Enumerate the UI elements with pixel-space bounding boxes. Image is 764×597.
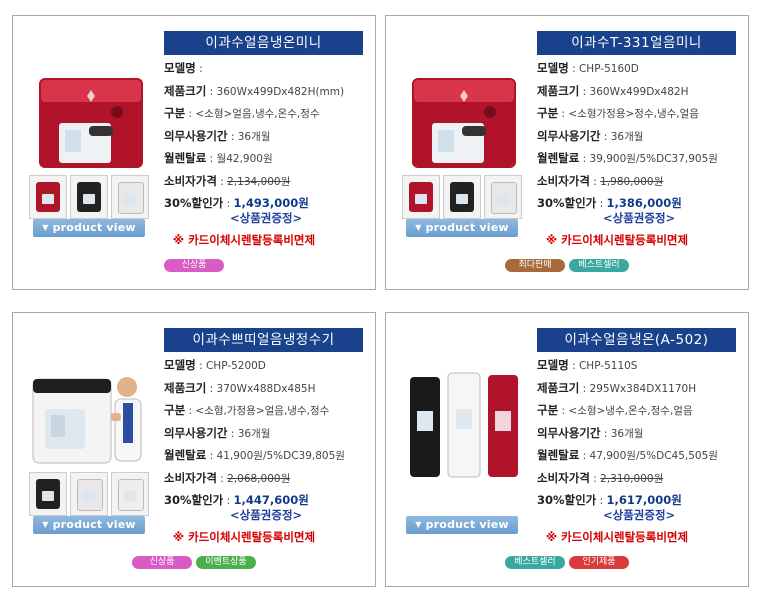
product-card-1[interactable]: ▼ product view 이과수얼음냉온미니 모델명 : 제품크기 : 360…: [12, 15, 376, 290]
badge-event: 이벤트상품: [196, 556, 256, 569]
product-image-area: ▼ product view: [27, 353, 157, 553]
spec-model: 모델명 : CHP-5110S: [537, 358, 638, 372]
gift-notice: <상품권증정>: [603, 508, 676, 522]
product-title[interactable]: 이과수얼음냉온(A-502): [537, 328, 736, 352]
spec-model: 모델명 :: [164, 61, 203, 75]
product-image-area: ▼ product view: [400, 56, 530, 256]
spec-consumer-price: 소비자가격 : 2,310,000원: [537, 470, 664, 485]
product-main-image[interactable]: [31, 68, 151, 178]
thumbnail-black[interactable]: [29, 472, 67, 516]
badge-best-seller: 베스트셀러: [505, 556, 565, 569]
product-card-4[interactable]: ▼ product view 이과수얼음냉온(A-502) 모델명 : CHP-5…: [385, 312, 749, 587]
card-payment-note: ※ 카드이체시렌탈등록비면제: [172, 233, 316, 247]
badge-best-seller: 베스트셀러: [569, 259, 629, 272]
card-payment-note: ※ 카드이체시렌탈등록비면제: [172, 530, 316, 544]
product-spec-list: 모델명 : 제품크기 : 360Wx499Dx482H(mm) 구분 : <소형…: [164, 57, 374, 215]
gift-notice: <상품권증정>: [603, 211, 676, 225]
product-spec-list: 모델명 : CHP-5110S 제품크기 : 295Wx384DX1170H 구…: [537, 354, 747, 512]
spec-type: 구분 : <소형,가정용>얼음,냉수,정수: [164, 403, 330, 417]
thumbnail-white[interactable]: [484, 175, 522, 219]
spec-size: 제품크기 : 360Wx499Dx482H(mm): [164, 83, 345, 98]
spec-period: 의무사용기간 : 36개월: [537, 128, 644, 143]
badge-popular: 인기제품: [569, 556, 629, 569]
spec-rental: 월렌탈료 : 39,900원/5%DC37,905원: [537, 151, 718, 165]
spec-size: 제품크기 : 370Wx488Dx485H: [164, 380, 316, 395]
gift-notice: <상품권증정>: [230, 508, 303, 522]
badge-row: 신상품 이벤트상품: [13, 556, 375, 569]
badge-row: 베스트셀러 인기제품: [386, 556, 748, 569]
thumbnail-black[interactable]: [443, 175, 481, 219]
product-image-area: ▼ product view: [27, 56, 157, 256]
product-title[interactable]: 이과수쁘띠얼음냉정수기: [164, 328, 363, 352]
badge-row: 최다판매 베스트셀러: [386, 259, 748, 272]
spec-size: 제품크기 : 295Wx384DX1170H: [537, 380, 697, 395]
spec-model: 모델명 : CHP-5200D: [164, 358, 266, 372]
gift-notice: <상품권증정>: [230, 211, 303, 225]
thumbnail-red[interactable]: [402, 175, 440, 219]
spec-period: 의무사용기간 : 36개월: [164, 128, 271, 143]
product-main-image[interactable]: [404, 351, 524, 501]
thumbnail-red[interactable]: [29, 175, 67, 219]
product-title[interactable]: 이과수얼음냉온미니: [164, 31, 363, 55]
thumbnail-white-2[interactable]: [111, 472, 149, 516]
spec-type: 구분 : <소형>냉수,온수,정수,얼음: [537, 403, 693, 417]
badge-most-sold: 최다판매: [505, 259, 565, 272]
spec-type: 구분 : <소형>얼음,냉수,온수,정수: [164, 106, 320, 120]
spec-consumer-price: 소비자가격 : 2,068,000원: [164, 470, 291, 485]
spec-period: 의무사용기간 : 36개월: [537, 425, 644, 440]
badge-row: 신상품: [13, 259, 375, 272]
spec-model: 모델명 : CHP-5160D: [537, 61, 639, 75]
product-image-area: ▼ product view: [400, 353, 530, 553]
spec-consumer-price: 소비자가격 : 1,980,000원: [537, 173, 664, 188]
badge-new: 신상품: [164, 259, 224, 272]
spec-size: 제품크기 : 360Wx499Dx482H: [537, 83, 689, 98]
spec-rental: 월렌탈료 : 41,900원/5%DC39,805원: [164, 448, 345, 462]
card-payment-note: ※ 카드이체시렌탈등록비면제: [545, 530, 689, 544]
spec-rental: 월렌탈료 : 47,900원/5%DC45,505원: [537, 448, 718, 462]
spec-rental: 월렌탈료 : 월42,900원: [164, 151, 273, 165]
product-main-image[interactable]: [404, 68, 524, 178]
thumbnail-black[interactable]: [70, 175, 108, 219]
product-card-3[interactable]: ▼ product view 이과수쁘띠얼음냉정수기 모델명 : CHP-5200…: [12, 312, 376, 587]
badge-new: 신상품: [132, 556, 192, 569]
thumbnail-strip: [402, 175, 522, 219]
thumbnail-white[interactable]: [111, 175, 149, 219]
product-title[interactable]: 이과수T-331얼음미니: [537, 31, 736, 55]
thumbnail-strip: [29, 472, 149, 516]
thumbnail-white[interactable]: [70, 472, 108, 516]
spec-type: 구분 : <소형가정용>정수,냉수,얼음: [537, 106, 699, 120]
product-spec-list: 모델명 : CHP-5200D 제품크기 : 370Wx488Dx485H 구분…: [164, 354, 374, 512]
spec-period: 의무사용기간 : 36개월: [164, 425, 271, 440]
spec-consumer-price: 소비자가격 : 2,134,000원: [164, 173, 291, 188]
card-payment-note: ※ 카드이체시렌탈등록비면제: [545, 233, 689, 247]
thumbnail-strip: [29, 175, 149, 219]
product-spec-list: 모델명 : CHP-5160D 제품크기 : 360Wx499Dx482H 구분…: [537, 57, 747, 215]
product-card-2[interactable]: ▼ product view 이과수T-331얼음미니 모델명 : CHP-516…: [385, 15, 749, 290]
product-main-image[interactable]: [31, 365, 151, 475]
